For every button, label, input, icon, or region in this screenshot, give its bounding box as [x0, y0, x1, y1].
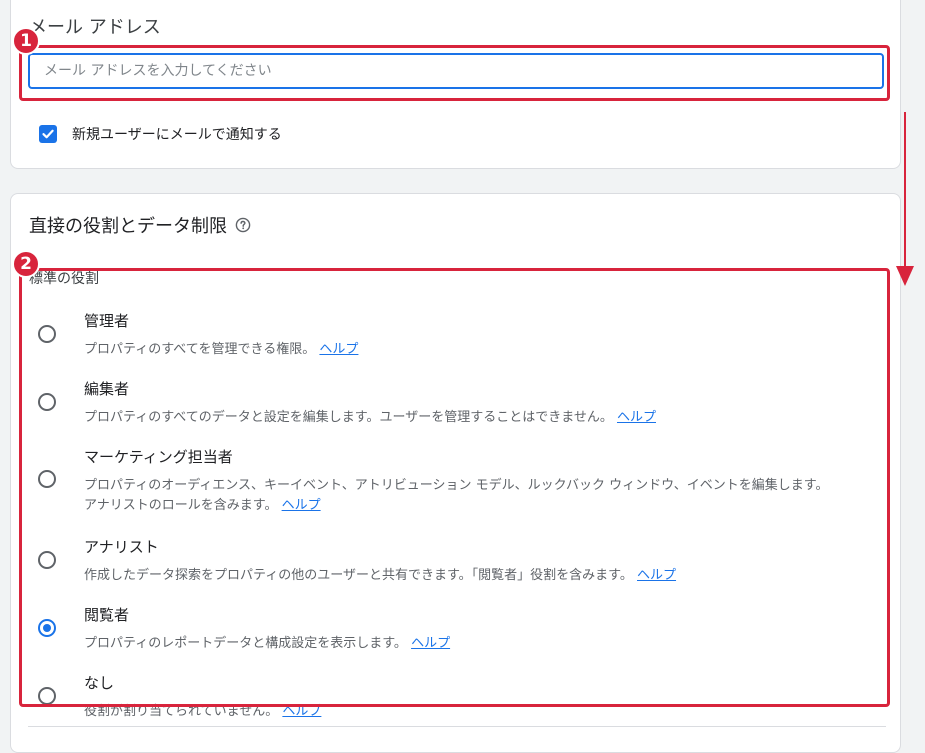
help-link[interactable]: ヘルプ	[637, 568, 676, 583]
radio-admin[interactable]	[38, 325, 56, 343]
role-option-admin[interactable]: 管理者 プロパティのすべてを管理できる権限。 ヘルプ	[11, 306, 900, 366]
email-card: メール アドレス 新規ユーザーにメールで通知する	[10, 0, 901, 169]
radio-marketer[interactable]	[38, 470, 56, 488]
role-name: マーケティング担当者	[84, 448, 233, 466]
notify-checkbox-label: 新規ユーザーにメールで通知する	[72, 127, 282, 143]
radio-editor[interactable]	[38, 393, 56, 411]
help-link[interactable]: ヘルプ	[282, 498, 321, 513]
checkmark-icon	[42, 129, 54, 139]
role-name: アナリスト	[84, 538, 159, 556]
radio-none[interactable]	[38, 687, 56, 705]
role-description: プロパティのすべてのデータと設定を編集します。ユーザーを管理することはできません…	[84, 410, 656, 425]
role-description: 作成したデータ探索をプロパティの他のユーザーと共有できます。「閲覧者」役割を含み…	[84, 568, 677, 583]
help-link[interactable]: ヘルプ	[319, 342, 358, 357]
roles-card: 直接の役割とデータ制限 標準の役割 管理者 プロパティのすべてを管理できる権限。…	[10, 193, 901, 753]
standard-roles-label: 標準の役割	[29, 271, 99, 287]
annotation-arrow-line	[904, 112, 906, 270]
notify-checkbox[interactable]	[39, 125, 57, 143]
radio-analyst[interactable]	[38, 551, 56, 569]
help-circle-icon[interactable]	[235, 217, 251, 233]
annotation-badge-1: 1	[12, 27, 40, 55]
annotation-arrow-down-icon	[896, 266, 914, 286]
role-description: プロパティのオーディエンス、キーイベント、アトリビューション モデル、ルックバッ…	[84, 478, 829, 513]
role-option-editor[interactable]: 編集者 プロパティのすべてのデータと設定を編集します。ユーザーを管理することはで…	[11, 374, 900, 434]
role-option-marketer[interactable]: マーケティング担当者 プロパティのオーディエンス、キーイベント、アトリビューショ…	[11, 442, 900, 522]
role-name: なし	[84, 674, 115, 692]
role-description: プロパティのレポートデータと構成設定を表示します。 ヘルプ	[84, 636, 451, 651]
role-option-none[interactable]: なし 役割が割り当てられていません。 ヘルプ	[11, 668, 900, 728]
role-description: プロパティのすべてを管理できる権限。 ヘルプ	[84, 342, 359, 357]
divider	[28, 726, 886, 727]
email-section-title: メール アドレス	[29, 17, 161, 38]
help-link[interactable]: ヘルプ	[617, 410, 656, 425]
annotation-badge-2: 2	[12, 250, 40, 278]
help-link[interactable]: ヘルプ	[411, 636, 450, 651]
email-input[interactable]	[28, 53, 884, 89]
role-option-analyst[interactable]: アナリスト 作成したデータ探索をプロパティの他のユーザーと共有できます。「閲覧者…	[11, 532, 900, 592]
role-description: 役割が割り当てられていません。 ヘルプ	[84, 704, 322, 719]
roles-section-title: 直接の役割とデータ制限	[29, 212, 251, 238]
help-link[interactable]: ヘルプ	[282, 704, 321, 719]
radio-viewer[interactable]	[38, 619, 56, 637]
roles-title-text: 直接の役割とデータ制限	[29, 216, 227, 237]
role-name: 閲覧者	[84, 606, 130, 624]
role-option-viewer[interactable]: 閲覧者 プロパティのレポートデータと構成設定を表示します。 ヘルプ	[11, 600, 900, 660]
role-name: 管理者	[84, 312, 130, 330]
notify-checkbox-row[interactable]: 新規ユーザーにメールで通知する	[39, 124, 282, 144]
role-name: 編集者	[84, 380, 130, 398]
